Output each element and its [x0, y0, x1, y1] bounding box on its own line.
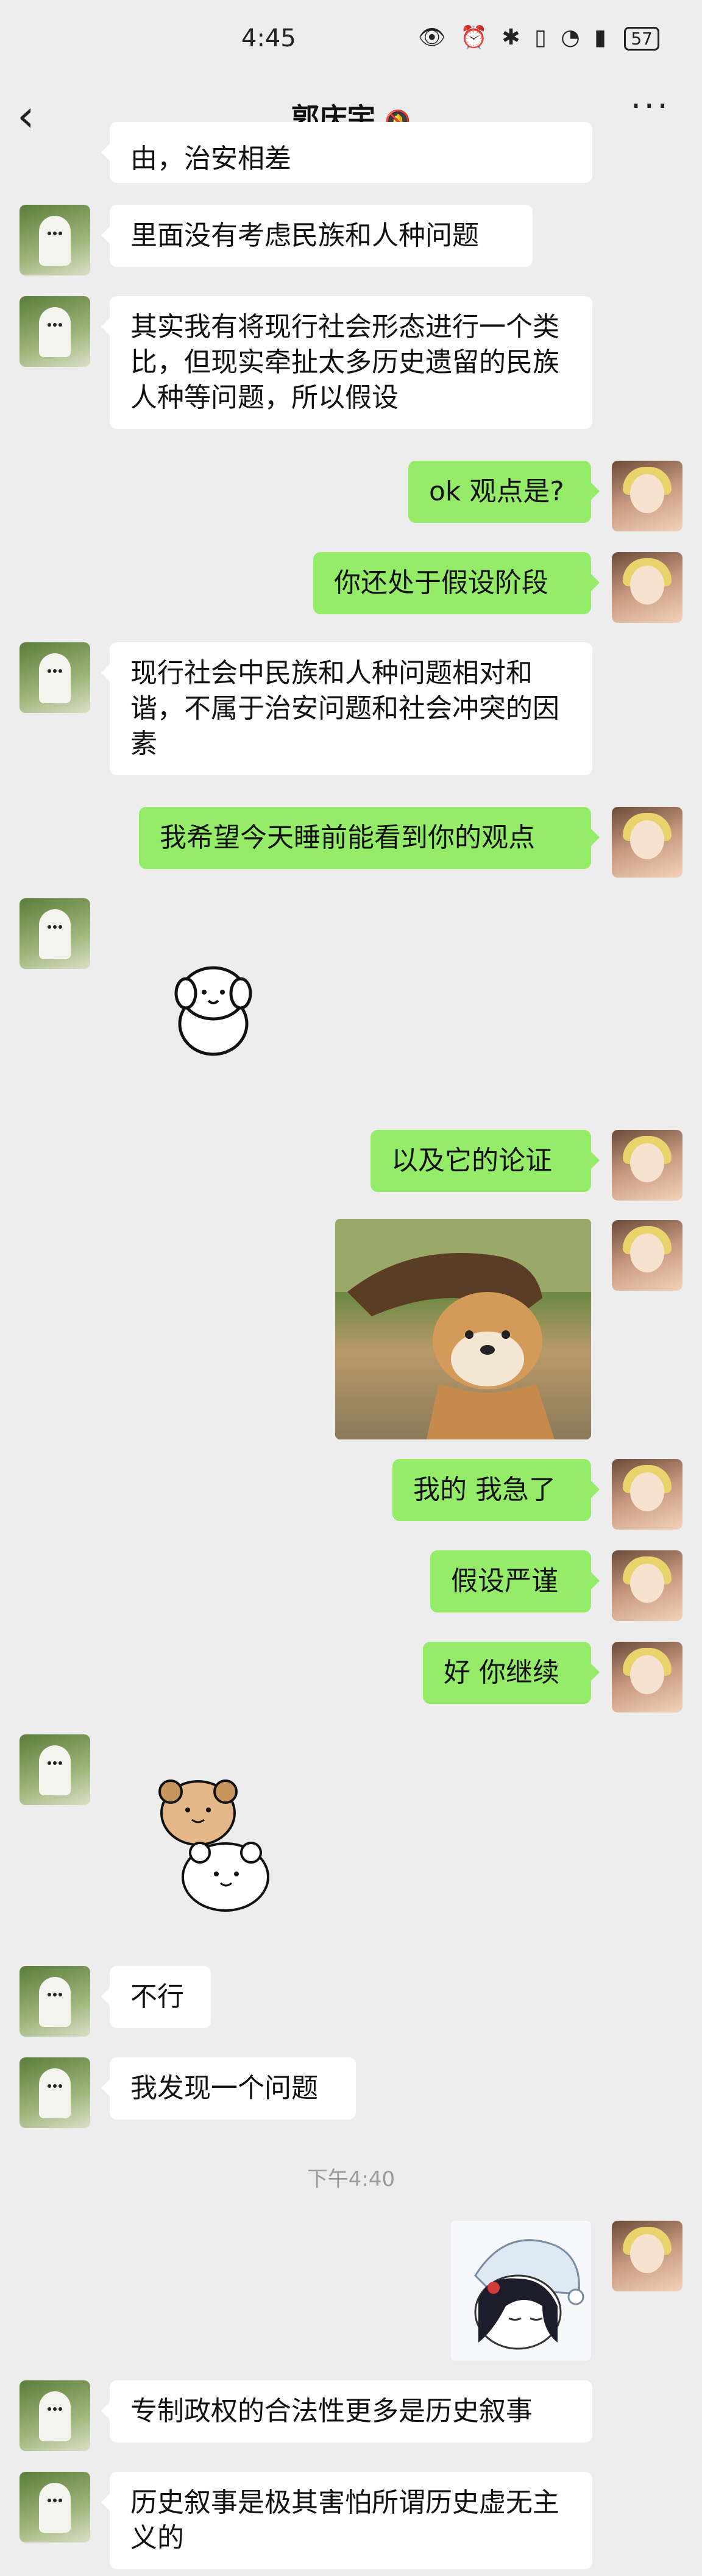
status-bar: 4:45 👁 ⏰ ✱ ▯ ◔ ▮ 57 [0, 0, 702, 85]
message-bubble[interactable]: 由，治安相差 [101, 122, 592, 183]
my-avatar[interactable] [612, 1459, 682, 1530]
battery-icon: 57 [624, 27, 659, 51]
anime-girl-nightcap-sticker[interactable] [451, 2221, 591, 2361]
message-bubble[interactable]: 我的 我急了 [392, 1459, 600, 1521]
my-avatar[interactable] [612, 807, 682, 878]
message-bubble[interactable]: 不行 [101, 1966, 211, 2028]
message-bubble[interactable]: 我希望今天睡前能看到你的观点 [139, 807, 600, 869]
more-icon[interactable]: ··· [631, 87, 670, 126]
shiba-dog-wind-hair-image[interactable] [335, 1219, 591, 1439]
my-avatar[interactable] [612, 461, 682, 531]
message-bubble[interactable]: 现行社会中民族和人种问题相对和谐，不属于治安问题和社会冲突的因素 [101, 642, 592, 775]
status-indicator-icons: 👁 ⏰ ✱ ▯ ◔ ▮ [417, 25, 610, 50]
message-bubble[interactable]: 里面没有考虑民族和人种问题 [101, 205, 533, 267]
my-avatar[interactable] [612, 1220, 682, 1291]
my-avatar[interactable] [612, 1550, 682, 1621]
message-bubble[interactable]: 其实我有将现行社会形态进行一个类比，但现实牵扯太多历史遗留的民族人种等问题，所以… [101, 296, 592, 429]
contact-avatar[interactable] [20, 2472, 90, 2542]
message-bubble[interactable]: 我发现一个问题 [101, 2057, 356, 2120]
contact-avatar[interactable] [20, 205, 90, 275]
contact-avatar[interactable] [20, 898, 90, 969]
message-bubble[interactable]: ok 观点是? [408, 461, 600, 523]
message-timestamp: 下午4:40 [307, 2167, 395, 2191]
white-puppy-sticker[interactable] [158, 957, 268, 1066]
my-avatar[interactable] [612, 1642, 682, 1712]
my-avatar[interactable] [612, 552, 682, 623]
message-bubble[interactable]: 假设严谨 [430, 1550, 600, 1613]
contact-avatar[interactable] [20, 2057, 90, 2128]
contact-avatar[interactable] [20, 2380, 90, 2451]
message-bubble[interactable]: 以及它的论证 [370, 1130, 600, 1192]
status-time: 4:45 [241, 24, 296, 52]
two-bears-sticker[interactable] [146, 1767, 280, 1920]
contact-avatar[interactable] [20, 296, 90, 367]
my-avatar[interactable] [612, 1130, 682, 1201]
message-bubble[interactable]: 你还处于假设阶段 [313, 552, 600, 614]
status-icons: 👁 ⏰ ✱ ▯ ◔ ▮ 57 [418, 24, 659, 51]
message-bubble[interactable]: 专制政权的合法性更多是历史叙事 [101, 2380, 592, 2443]
my-avatar[interactable] [612, 2221, 682, 2291]
contact-avatar[interactable] [20, 1966, 90, 2037]
contact-avatar[interactable] [20, 642, 90, 713]
message-bubble[interactable]: 好 你继续 [423, 1642, 600, 1704]
message-bubble[interactable]: 历史叙事是极其害怕所谓历史虚无主义的 [101, 2472, 592, 2569]
contact-avatar[interactable] [20, 1734, 90, 1805]
